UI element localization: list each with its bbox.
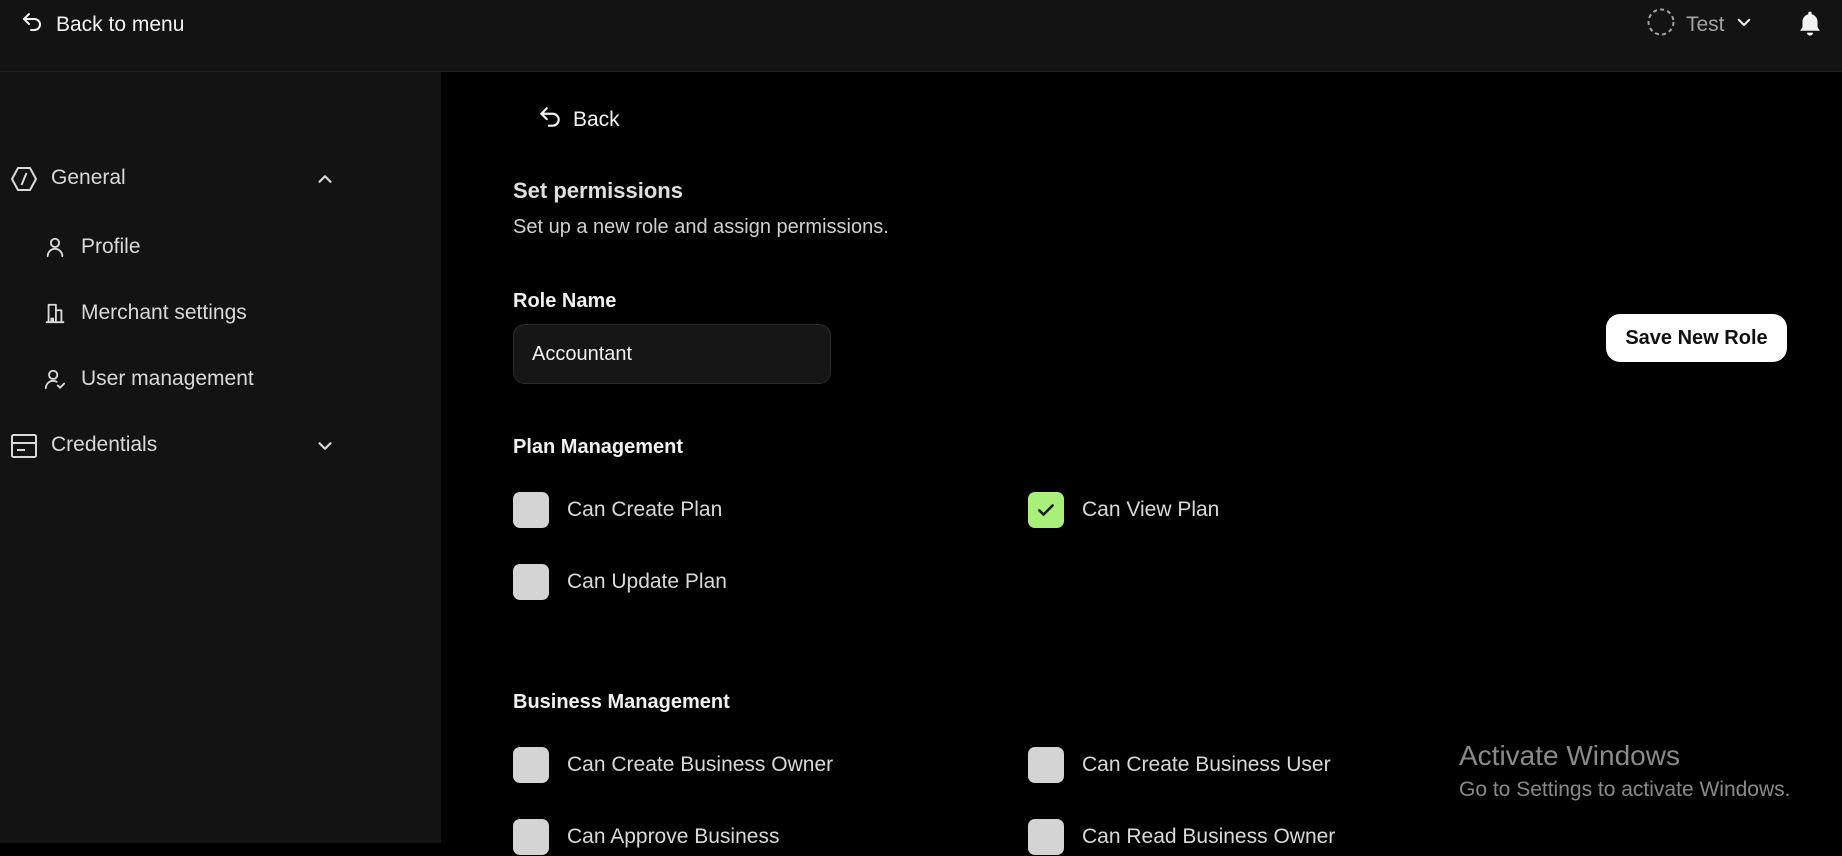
back-label: Back [573, 108, 620, 131]
section-title-business-management: Business Management [513, 691, 730, 713]
checkbox[interactable] [513, 747, 549, 783]
undo-arrow-icon [537, 104, 563, 136]
checkbox[interactable] [1028, 747, 1064, 783]
permission-can-read-business-owner[interactable]: Can Read Business Owner [1028, 818, 1335, 856]
building-icon [44, 302, 66, 329]
permission-label: Can Read Business Owner [1082, 825, 1336, 848]
card-icon [10, 433, 38, 464]
main-content: Back Set permissions Set up a new role a… [441, 72, 1842, 855]
sidebar-group-label: Credentials [51, 433, 158, 456]
checkbox[interactable] [513, 564, 549, 600]
checkbox-checked[interactable] [1028, 492, 1064, 528]
sidebar-item-profile[interactable]: Profile [0, 225, 441, 269]
section-title-plan-management: Plan Management [513, 436, 684, 458]
permission-label: Can Create Plan [567, 498, 723, 521]
environment-label: Test [1686, 13, 1725, 36]
sidebar-item-merchant-settings[interactable]: Merchant settings [0, 291, 441, 335]
watermark-title: Activate Windows [1459, 740, 1680, 771]
save-new-role-button[interactable]: Save New Role [1606, 314, 1787, 362]
notification-bell-icon[interactable] [1797, 10, 1823, 38]
watermark-subtitle: Go to Settings to activate Windows. [1459, 778, 1791, 801]
user-icon [44, 236, 66, 263]
role-name-label: Role Name [513, 290, 617, 312]
dashed-circle-icon [1646, 7, 1676, 43]
windows-activation-watermark: Activate Windows Go to Settings to activ… [1459, 740, 1791, 802]
environment-switcher[interactable]: Test [1646, 8, 1753, 42]
checkbox[interactable] [1028, 819, 1064, 855]
permission-can-create-business-owner[interactable]: Can Create Business Owner [513, 746, 833, 784]
sidebar-item-label: User management [81, 367, 254, 390]
top-bar: Back to menu Test [0, 0, 1842, 72]
checkmark-icon [1038, 504, 1054, 516]
chevron-down-icon [314, 435, 336, 462]
checkbox[interactable] [513, 819, 549, 855]
sidebar-item-user-management[interactable]: User management [0, 357, 441, 401]
permission-label: Can Approve Business [567, 825, 780, 848]
permission-label: Can View Plan [1082, 498, 1220, 521]
back-to-menu-label: Back to menu [56, 13, 185, 36]
permission-label: Can Create Business User [1082, 753, 1331, 776]
role-name-input[interactable] [513, 324, 831, 384]
permission-can-view-plan[interactable]: Can View Plan [1028, 491, 1219, 529]
sidebar-group-general[interactable]: General [0, 156, 441, 200]
user-check-icon [44, 368, 66, 395]
sidebar-item-label: Merchant settings [81, 301, 247, 324]
permission-can-update-plan[interactable]: Can Update Plan [513, 563, 727, 601]
permission-label: Can Update Plan [567, 570, 727, 593]
checkbox[interactable] [513, 492, 549, 528]
permission-label: Can Create Business Owner [567, 753, 834, 776]
page-subtitle: Set up a new role and assign permissions… [513, 216, 889, 238]
sidebar-group-credentials[interactable]: Credentials [0, 423, 441, 467]
back-to-menu-button[interactable]: Back to menu [20, 8, 184, 42]
page-title: Set permissions [513, 178, 683, 203]
permission-can-create-business-user[interactable]: Can Create Business User [1028, 746, 1331, 784]
chevron-down-icon [1735, 13, 1753, 37]
permission-can-create-plan[interactable]: Can Create Plan [513, 491, 722, 529]
back-button[interactable]: Back [537, 102, 620, 138]
chevron-up-icon [314, 168, 336, 195]
sidebar: General Profile Merchant settings User m… [0, 72, 441, 843]
hexagon-icon [10, 166, 38, 197]
sidebar-group-label: General [51, 166, 126, 189]
sidebar-item-label: Profile [81, 235, 141, 258]
undo-arrow-icon [20, 10, 44, 40]
permission-can-approve-business[interactable]: Can Approve Business [513, 818, 779, 856]
